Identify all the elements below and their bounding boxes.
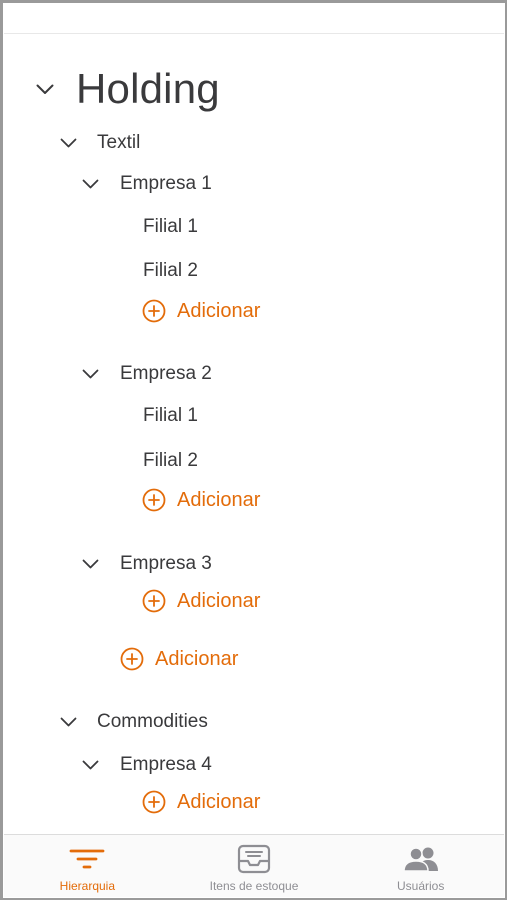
inbox-tray-icon xyxy=(237,843,271,875)
tree-branch-item[interactable]: Filial 2 xyxy=(143,448,198,474)
tree-company-label: Empresa 3 xyxy=(120,553,212,574)
plus-circle-icon xyxy=(120,647,144,671)
tab-usuarios[interactable]: Usuários xyxy=(337,835,504,897)
window-frame-top xyxy=(0,0,507,3)
add-company-button[interactable]: Adicionar xyxy=(120,645,238,673)
tab-label: Itens de estoque xyxy=(209,879,299,893)
tree-branch-label: Filial 2 xyxy=(143,260,198,281)
tree-company-empresa-4[interactable]: Empresa 4 xyxy=(82,752,212,778)
tab-label: Hierarquia xyxy=(59,879,116,893)
add-branch-button[interactable]: Adicionar xyxy=(142,788,260,816)
plus-circle-icon xyxy=(142,299,166,323)
add-button-label: Adicionar xyxy=(177,589,261,612)
users-icon xyxy=(402,843,440,875)
tree-branch-item[interactable]: Filial 1 xyxy=(143,403,198,429)
chevron-down-icon[interactable] xyxy=(82,369,99,379)
filter-lines-icon xyxy=(69,843,105,875)
chevron-down-icon[interactable] xyxy=(60,138,77,148)
tree-branch-label: Filial 1 xyxy=(143,405,198,426)
tree-branch-item[interactable]: Filial 1 xyxy=(143,214,198,240)
tab-itens-de-estoque[interactable]: Itens de estoque xyxy=(171,835,338,897)
add-button-label: Adicionar xyxy=(177,790,261,813)
tree-root-label: Holding xyxy=(76,65,220,112)
chevron-down-icon[interactable] xyxy=(82,760,99,770)
header-divider xyxy=(4,33,504,34)
add-button-label: Adicionar xyxy=(177,299,261,322)
plus-circle-icon xyxy=(142,488,166,512)
tab-label: Usuários xyxy=(397,879,445,893)
add-branch-button[interactable]: Adicionar xyxy=(142,587,260,615)
plus-circle-icon xyxy=(142,589,166,613)
tab-hierarquia[interactable]: Hierarquia xyxy=(4,835,171,897)
chevron-down-icon[interactable] xyxy=(36,84,54,95)
chevron-down-icon[interactable] xyxy=(60,717,77,727)
tree-company-empresa-3[interactable]: Empresa 3 xyxy=(82,551,212,577)
tree-branch-label: Filial 2 xyxy=(143,450,198,471)
tree-branch-item[interactable]: Filial 2 xyxy=(143,258,198,284)
plus-circle-icon xyxy=(142,790,166,814)
tree-company-label: Empresa 1 xyxy=(120,173,212,194)
bottom-tab-bar: Hierarquia Itens de estoque Usuários xyxy=(4,834,504,897)
tree-company-empresa-2[interactable]: Empresa 2 xyxy=(82,361,212,387)
tree-group-commodities[interactable]: Commodities xyxy=(60,709,208,735)
tree-company-label: Empresa 2 xyxy=(120,363,212,384)
tree-company-label: Empresa 4 xyxy=(120,754,212,775)
add-branch-button[interactable]: Adicionar xyxy=(142,297,260,325)
chevron-down-icon[interactable] xyxy=(82,179,99,189)
window-frame-left xyxy=(0,0,3,900)
add-button-label: Adicionar xyxy=(155,647,239,670)
tree-root[interactable]: Holding xyxy=(36,65,220,112)
tree-branch-label: Filial 1 xyxy=(143,216,198,237)
tree-group-label: Commodities xyxy=(97,711,208,732)
tree-company-empresa-1[interactable]: Empresa 1 xyxy=(82,171,212,197)
tree-group-textil[interactable]: Textil xyxy=(60,130,140,156)
add-branch-button[interactable]: Adicionar xyxy=(142,486,260,514)
add-button-label: Adicionar xyxy=(177,488,261,511)
tree-group-label: Textil xyxy=(97,132,141,153)
chevron-down-icon[interactable] xyxy=(82,559,99,569)
